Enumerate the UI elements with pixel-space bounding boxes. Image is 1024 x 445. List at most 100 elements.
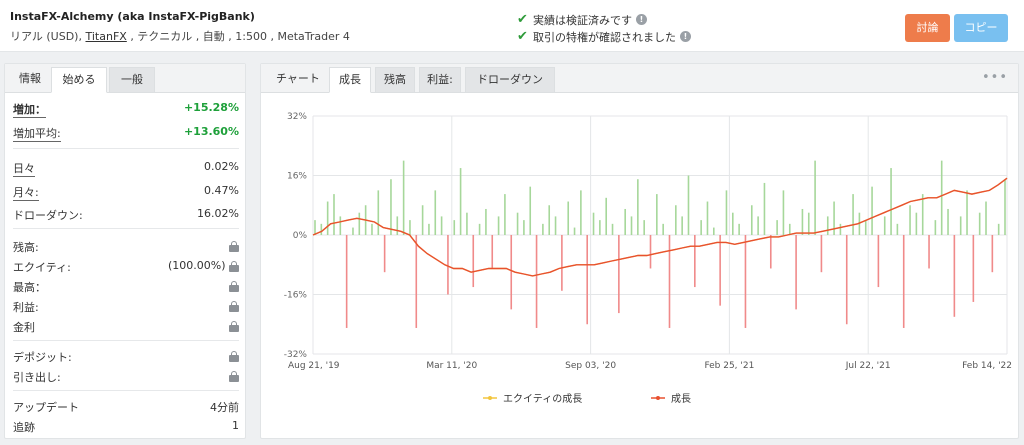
info-icon[interactable]: ! [636, 14, 647, 25]
lock-icon [229, 280, 239, 292]
deposits-label: デポジット: [13, 351, 72, 364]
daily-bar [643, 220, 645, 235]
daily-bar [997, 223, 1000, 235]
copy-button[interactable]: コピー [954, 14, 1008, 42]
chart-legend: エクイティの成長 成長 [483, 393, 691, 405]
tab-chart[interactable]: チャート [269, 67, 327, 93]
daily-bar [947, 208, 949, 235]
verification-list: ✔ 実績は検証済みです ! ✔ 取引の特権が確認されました ! [517, 11, 691, 45]
daily-bar [485, 208, 487, 235]
daily-bar [573, 227, 576, 235]
daily-bar [896, 223, 899, 235]
daily-bar [504, 194, 506, 235]
chart-panel: チャート 成長 残高 利益: ドローダウン ••• 32% 16% 0% -16% -3… [260, 63, 1019, 439]
updated-row: アップデート 4分前 [13, 396, 239, 416]
withdrawals-row: 引き出し: [13, 366, 239, 386]
daily-bar [687, 175, 690, 235]
legend-equity-marker [488, 396, 492, 400]
daily-bar [529, 186, 532, 235]
broker-link[interactable]: TitanFX [85, 30, 126, 43]
daily-bar [478, 223, 481, 235]
daily-bar [535, 235, 538, 328]
daily-bar [902, 235, 905, 328]
x-tick-label: Mar 11, '20 [426, 361, 477, 371]
tab-growth[interactable]: 成長 [329, 67, 371, 93]
updated-value: 4分前 [210, 401, 239, 414]
daily-bar [972, 235, 975, 302]
equity-percent: (100.00%) [167, 259, 226, 272]
monthly-row: 月々: 0.47% [13, 181, 239, 201]
x-tick-label: Aug 21, '19 [288, 361, 340, 371]
daily-bar [611, 223, 614, 235]
header: InstaFX-Alchemy (aka InstaFX-PigBank) リア… [0, 0, 1024, 52]
tab-info[interactable]: 情報 [13, 67, 47, 93]
interest-lock [229, 319, 239, 332]
daily-bar [915, 212, 918, 235]
drawdown-row: ドローダウン: 16.02% [13, 204, 239, 224]
tab-profit[interactable]: 利益: [419, 67, 461, 93]
growth-line [312, 177, 1008, 277]
daily-bar [459, 168, 462, 235]
verified-trading-privileges-text: 取引の特権が確認されました [533, 30, 676, 44]
avg-gain-value: +13.60% [183, 125, 239, 138]
daily-value: 0.02% [204, 160, 239, 173]
tab-drawdown[interactable]: ドローダウン [465, 67, 555, 93]
daily-bar [326, 201, 329, 235]
gain-row: 増加： +15.28% [13, 98, 239, 118]
stats-panel: 情報 始める 一般 増加： +15.28% 増加平均: +13.60% 日々 0… [4, 63, 246, 439]
daily-bar [738, 223, 740, 235]
info-icon[interactable]: ! [680, 31, 691, 42]
tab-start[interactable]: 始める [51, 67, 107, 93]
verified-trading-privileges: ✔ 取引の特権が確認されました ! [517, 28, 691, 45]
lock-icon [229, 300, 239, 312]
more-dots-icon[interactable]: ••• [982, 70, 1008, 85]
daily-bar [466, 212, 468, 235]
daily-bar [637, 179, 639, 235]
legend-equity-label: エクイティの成長 [503, 393, 582, 405]
daily-bar [820, 235, 823, 273]
avg-gain-label[interactable]: 増加平均: [13, 125, 61, 142]
daily-bar [681, 216, 683, 235]
profit-label: 利益: [13, 301, 39, 314]
daily-bar [390, 179, 392, 235]
gain-value: +15.28% [183, 101, 239, 114]
daily-label[interactable]: 日々 [13, 160, 35, 177]
y-tick-label: 16% [287, 172, 307, 182]
legend-growth-label: 成長 [671, 393, 691, 405]
tracking-label: 追跡 [13, 421, 35, 434]
daily-bar [561, 235, 563, 291]
daily-bar [890, 168, 892, 235]
daily-bar [358, 212, 361, 235]
system-details: , テクニカル , 自動 , 1:500 , MetaTrader 4 [130, 30, 350, 43]
avg-gain-row: 増加平均: +13.60% [13, 122, 239, 142]
daily-bar [744, 235, 747, 328]
updated-label: アップデート [13, 401, 79, 414]
account-type: リアル (USD), [10, 30, 82, 43]
system-title: InstaFX-Alchemy (aka InstaFX-PigBank) [10, 10, 255, 23]
daily-bar [776, 220, 778, 235]
daily-bar [599, 220, 601, 235]
daily-bar [409, 220, 411, 235]
daily-bar [877, 235, 880, 288]
interest-label: 金利 [13, 321, 35, 334]
balance-lock [229, 239, 239, 252]
monthly-label[interactable]: 月々: [13, 184, 39, 201]
tab-balance[interactable]: 残高 [375, 67, 415, 93]
discuss-button[interactable]: 討論 [905, 14, 950, 42]
daily-bar [985, 201, 987, 235]
daily-bar [953, 235, 956, 317]
daily-bar [763, 182, 766, 235]
daily-bar [719, 235, 721, 306]
chart-bars [314, 160, 1006, 328]
daily-bar [845, 235, 848, 325]
y-tick-label: -16% [284, 291, 308, 301]
x-axis: Aug 21, '19 Mar 11, '20 Sep 03, '20 Feb 25,… [288, 361, 1012, 371]
daily-bar [592, 212, 595, 235]
tab-general[interactable]: 一般 [109, 67, 155, 93]
equity-label: エクイティ: [13, 261, 71, 274]
daily-bar [605, 197, 607, 235]
daily-row: 日々 0.02% [13, 157, 239, 177]
daily-bar [523, 220, 525, 235]
equity-growth-line [312, 177, 1008, 277]
gain-label[interactable]: 増加： [13, 101, 46, 118]
